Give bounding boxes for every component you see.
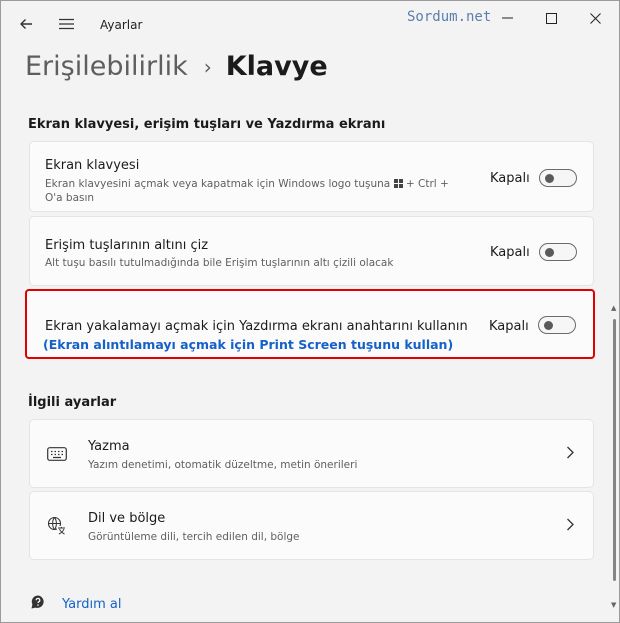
setting-title: Ekran yakalamayı açmak için Yazdırma ekr… bbox=[45, 319, 468, 334]
setting-title: Dil ve bölge bbox=[88, 511, 166, 526]
breadcrumb-separator: › bbox=[203, 54, 212, 79]
section-title-related: İlgili ayarlar bbox=[28, 395, 117, 410]
minimize-icon[interactable] bbox=[485, 7, 529, 29]
app-title: Ayarlar bbox=[100, 18, 143, 32]
back-arrow-icon[interactable] bbox=[15, 13, 37, 35]
toggle-knob bbox=[545, 174, 554, 183]
setting-description: Yazım denetimi, otomatik düzeltme, metin… bbox=[88, 459, 358, 471]
help-icon bbox=[30, 594, 46, 614]
setting-on-screen-keyboard: Ekran klavyesi Ekran klavyesini açmak ve… bbox=[29, 141, 594, 212]
chevron-right-icon bbox=[566, 516, 574, 535]
page-title: Klavye bbox=[225, 51, 328, 82]
close-icon[interactable] bbox=[573, 7, 617, 29]
watermark-text: Sordum.net bbox=[407, 9, 492, 25]
keyboard-icon bbox=[46, 443, 68, 465]
language-icon bbox=[46, 515, 68, 537]
setting-title: Erişim tuşlarının altını çiz bbox=[45, 238, 209, 253]
setting-underline-access-keys: Erişim tuşlarının altını çiz Alt tuşu ba… bbox=[29, 216, 594, 286]
toggle-knob bbox=[545, 248, 554, 257]
toggle-status-label: Kapalı bbox=[490, 245, 530, 260]
toggle-status-label: Kapalı bbox=[490, 171, 530, 186]
toggle-status-label: Kapalı bbox=[489, 319, 529, 334]
annotation-note: (Ekran alıntılamayı açmak için Print Scr… bbox=[43, 337, 454, 352]
help-label: Yardım al bbox=[62, 596, 122, 612]
windows-logo-icon bbox=[393, 179, 403, 192]
related-setting-language-region[interactable]: Dil ve bölge Görüntüleme dili, tercih ed… bbox=[29, 491, 594, 560]
setting-title: Ekran klavyesi bbox=[45, 158, 140, 173]
setting-description: Ekran klavyesini açmak veya kapatmak içi… bbox=[45, 178, 449, 204]
setting-description: Görüntüleme dili, tercih edilen dil, böl… bbox=[88, 531, 300, 543]
hamburger-menu-icon[interactable] bbox=[55, 13, 77, 35]
chevron-right-icon bbox=[566, 444, 574, 463]
help-link[interactable]: Yardım al bbox=[30, 594, 121, 614]
setting-description: Alt tuşu basılı tutulmadığında bile Eriş… bbox=[45, 257, 394, 269]
print-screen-toggle[interactable] bbox=[538, 316, 576, 334]
underline-access-keys-toggle[interactable] bbox=[539, 243, 577, 261]
section-title-keyboard: Ekran klavyesi, erişim tuşları ve Yazdır… bbox=[28, 117, 386, 132]
scroll-down-arrow-icon[interactable]: ▼ bbox=[611, 601, 616, 609]
title-bar: Ayarlar Sordum.net bbox=[1, 1, 619, 49]
related-setting-typing[interactable]: Yazma Yazım denetimi, otomatik düzeltme,… bbox=[29, 419, 594, 488]
on-screen-keyboard-toggle[interactable] bbox=[539, 169, 577, 187]
scrollbar-thumb[interactable] bbox=[613, 319, 616, 581]
breadcrumb: Erişilebilirlik › Klavye bbox=[25, 51, 328, 82]
toggle-knob bbox=[544, 321, 553, 330]
settings-window: Ayarlar Sordum.net Erişilebilirlik › Kla… bbox=[0, 0, 620, 623]
scroll-up-arrow-icon[interactable]: ▲ bbox=[611, 304, 616, 312]
maximize-icon[interactable] bbox=[529, 7, 573, 29]
setting-title: Yazma bbox=[88, 439, 130, 454]
breadcrumb-parent[interactable]: Erişilebilirlik bbox=[25, 51, 188, 82]
